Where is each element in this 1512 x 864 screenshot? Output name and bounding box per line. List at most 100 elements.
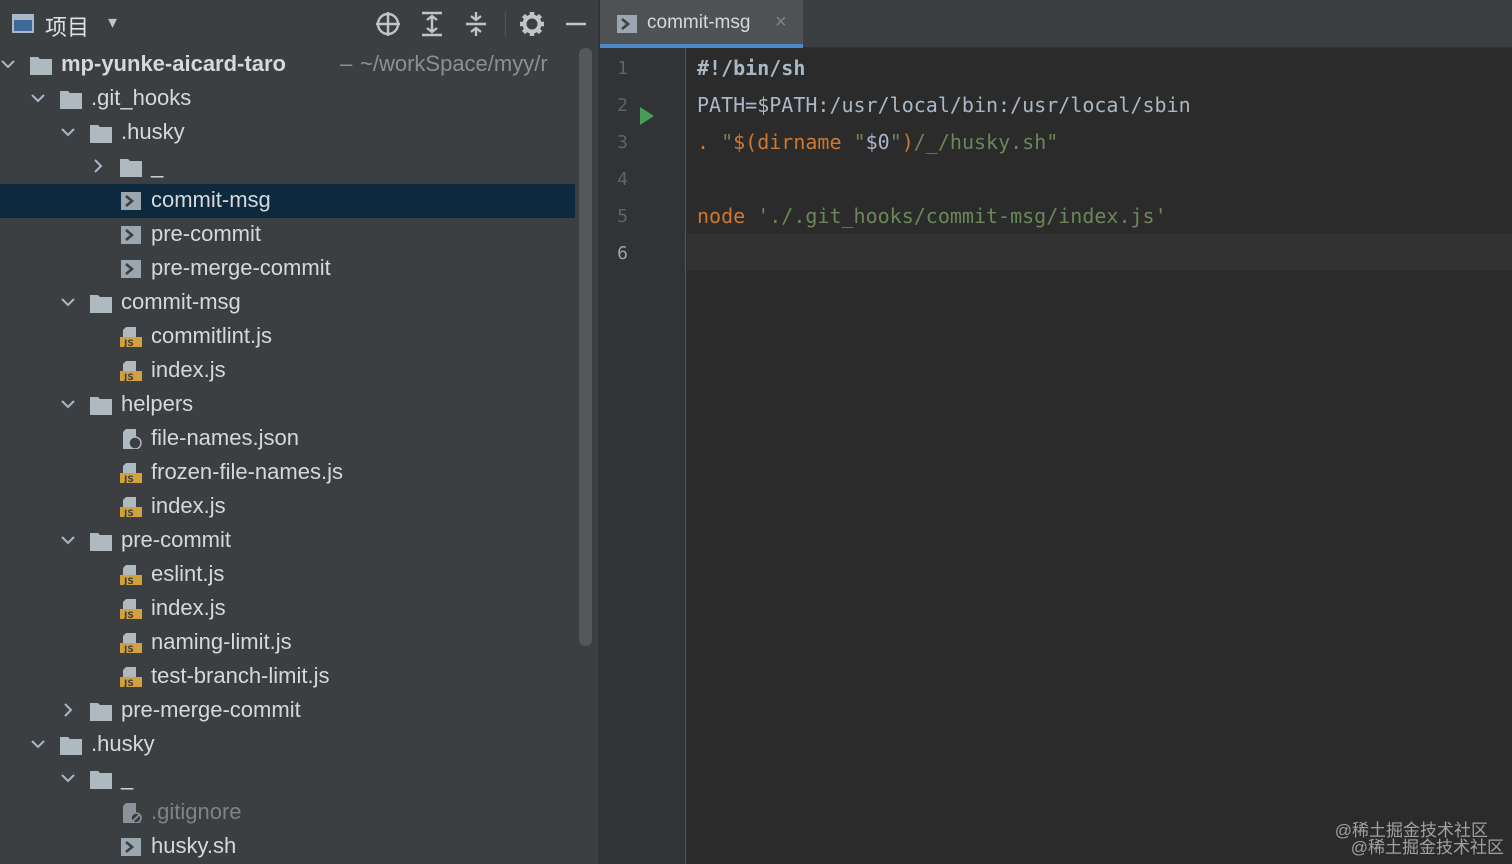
- code-line-3: . "$(dirname "$0")/_/husky.sh": [697, 130, 1058, 154]
- string-quote: ": [721, 130, 734, 154]
- tree-item-label: test-branch-limit.js: [151, 663, 330, 688]
- project-panel-title[interactable]: 项目: [45, 10, 89, 42]
- shell-script-icon: [121, 226, 141, 244]
- substitution-close: ): [901, 130, 914, 154]
- folder-icon: [90, 703, 112, 721]
- source-dot: .: [697, 130, 722, 154]
- tree-item-label: index.js: [151, 493, 226, 518]
- tree-item-label: index.js: [151, 357, 226, 382]
- root-path-separator: –: [340, 51, 353, 76]
- folder-icon: [60, 91, 82, 109]
- tab-commit-msg[interactable]: commit-msg ×: [600, 0, 803, 48]
- chevron-down-icon[interactable]: [60, 294, 76, 310]
- tree-file-row[interactable]: husky.sh: [0, 830, 575, 864]
- tree-file-row[interactable]: JS commitlint.js: [0, 320, 575, 354]
- script-path-string: './.git_hooks/commit-msg/index.js': [745, 204, 1167, 228]
- tree-item-label: pre-merge-commit: [121, 697, 301, 722]
- code-area[interactable]: #!/bin/sh PATH=$PATH:/usr/local/bin:/usr…: [687, 48, 1512, 864]
- folder-icon: [90, 533, 112, 551]
- line-number: 6: [617, 243, 628, 264]
- tree-file-row[interactable]: JS index.js: [0, 490, 575, 524]
- tree-item-label: helpers: [121, 391, 194, 416]
- code-line-2: PATH=$PATH:/usr/local/bin:/usr/local/sbi…: [697, 93, 1191, 117]
- tree-file-row[interactable]: pre-commit: [0, 218, 575, 252]
- gear-icon[interactable]: [516, 8, 548, 40]
- ignored-file-icon: [123, 803, 142, 823]
- path-assignment: PATH=$PATH:/usr/local/bin:/usr/local/sbi…: [697, 93, 1191, 117]
- collapse-all-icon[interactable]: [460, 8, 492, 40]
- folder-icon: [30, 57, 52, 75]
- tree-folder-row[interactable]: helpers: [0, 388, 575, 422]
- project-tree-scrollbar[interactable]: [579, 48, 592, 646]
- chevron-down-icon[interactable]: [30, 736, 46, 752]
- line-number: 2: [617, 95, 628, 116]
- json-file-icon: [123, 429, 142, 449]
- line-number: 5: [617, 206, 628, 227]
- tree-file-row[interactable]: JS eslint.js: [0, 558, 575, 592]
- string-quote: ": [889, 130, 902, 154]
- javascript-file-icon: JS: [120, 327, 142, 347]
- tree-folder-row[interactable]: pre-merge-commit: [0, 694, 575, 728]
- tree-item-label: .git_hooks: [91, 85, 192, 110]
- tree-file-row[interactable]: JS test-branch-limit.js: [0, 660, 575, 694]
- svg-text:JS: JS: [123, 339, 134, 347]
- javascript-file-icon: JS: [120, 667, 142, 687]
- chevron-down-icon[interactable]: [30, 90, 46, 106]
- tree-item-label: file-names.json: [151, 425, 299, 450]
- tree-file-row[interactable]: .gitignore: [0, 796, 575, 830]
- tree-file-row[interactable]: JS frozen-file-names.js: [0, 456, 575, 490]
- svg-text:JS: JS: [123, 577, 134, 585]
- tree-item-label: commit-msg: [121, 289, 241, 314]
- tree-folder-row[interactable]: mp-yunke-aicard-taro – ~/workSpace/myy/r: [0, 48, 575, 82]
- chevron-down-icon[interactable]: [0, 56, 16, 72]
- tree-file-row[interactable]: pre-merge-commit: [0, 252, 575, 286]
- tree-folder-row[interactable]: pre-commit: [0, 524, 575, 558]
- expand-all-icon[interactable]: [416, 8, 448, 40]
- chevron-down-icon[interactable]: [60, 124, 76, 140]
- tree-item-label: eslint.js: [151, 561, 225, 586]
- folder-icon: [90, 125, 112, 143]
- tree-item-label: frozen-file-names.js: [151, 459, 343, 484]
- tree-folder-row[interactable]: .husky: [0, 116, 575, 150]
- javascript-file-icon: JS: [120, 463, 142, 483]
- tree-item-label: .gitignore: [151, 799, 242, 824]
- tree-item-label: commitlint.js: [151, 323, 273, 348]
- chevron-down-icon[interactable]: [60, 532, 76, 548]
- tab-label: commit-msg: [647, 12, 751, 33]
- folder-icon: [90, 771, 112, 789]
- tree-item-label: .husky: [121, 119, 185, 144]
- run-icon[interactable]: [640, 107, 654, 125]
- line-number-gutter: 1 2 3 4 5 6: [600, 48, 686, 864]
- root-path: ~/workSpace/myy/r: [360, 51, 548, 76]
- minimize-icon[interactable]: [560, 8, 592, 40]
- tree-folder-row[interactable]: .git_hooks: [0, 82, 575, 116]
- shell-script-icon: [121, 260, 141, 278]
- string-quote: ": [853, 130, 866, 154]
- view-dropdown-chevron-icon[interactable]: ▾: [108, 12, 117, 33]
- tree-file-row[interactable]: commit-msg: [0, 184, 575, 218]
- line-number: 1: [617, 58, 628, 79]
- tree-file-row[interactable]: file-names.json: [0, 422, 575, 456]
- tree-item-label: pre-commit: [121, 527, 232, 552]
- tree-item-label: husky.sh: [151, 833, 237, 858]
- javascript-file-icon: JS: [120, 599, 142, 619]
- chevron-down-icon[interactable]: [60, 396, 76, 412]
- chevron-right-icon[interactable]: [90, 158, 106, 174]
- locate-icon[interactable]: [372, 8, 404, 40]
- editor-area: commit-msg × 1 2 3 4 5 6 #!/bin/sh PATH=$PATH…: [600, 0, 1512, 864]
- svg-text:JS: JS: [123, 679, 134, 687]
- shebang: #!/bin/sh: [697, 56, 806, 80]
- tree-folder-row[interactable]: _: [0, 150, 575, 184]
- tree-folder-row[interactable]: commit-msg: [0, 286, 575, 320]
- tree-folder-row[interactable]: _: [0, 762, 575, 796]
- tree-item-label: mp-yunke-aicard-taro: [61, 51, 286, 76]
- tree-file-row[interactable]: JS naming-limit.js: [0, 626, 575, 660]
- tree-file-row[interactable]: JS index.js: [0, 592, 575, 626]
- tree-folder-row[interactable]: .husky: [0, 728, 575, 762]
- close-icon[interactable]: ×: [775, 11, 787, 34]
- tree-file-row[interactable]: JS index.js: [0, 354, 575, 388]
- chevron-right-icon[interactable]: [60, 702, 76, 718]
- javascript-file-icon: JS: [120, 361, 142, 381]
- folder-icon: [60, 737, 82, 755]
- chevron-down-icon[interactable]: [60, 770, 76, 786]
